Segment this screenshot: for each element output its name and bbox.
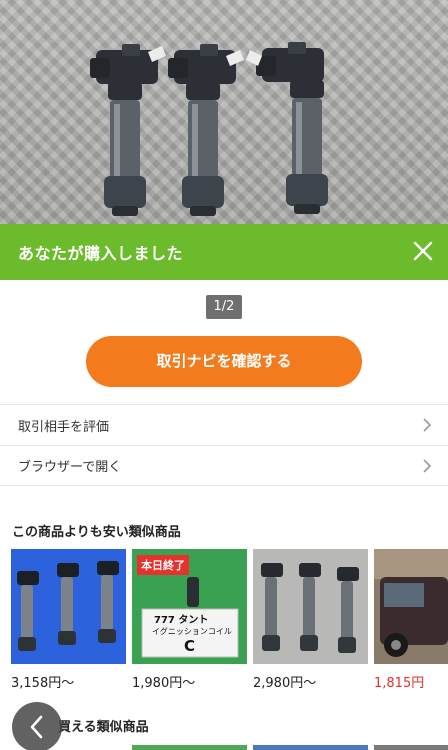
similar-item-card[interactable]: 2,980円〜 <box>253 549 368 691</box>
purchase-banner: あなたが購入しました <box>0 224 448 280</box>
back-button[interactable] <box>12 702 62 750</box>
item-thumbnail <box>253 549 368 664</box>
ignition-coils-illustration <box>90 42 328 216</box>
product-photo[interactable] <box>0 0 448 224</box>
ending-today-badge: 本日終了 <box>137 555 189 575</box>
screen: あなたが購入しました 1/2 取引ナビを確認する 取引相手を評価 ブラウザーで開… <box>0 0 448 750</box>
item-price: 1,980円〜 <box>132 676 196 691</box>
item-thumbnail: 本日終了 777 タント イグニッションコイル C <box>132 549 247 664</box>
sign-line2: イグニッションコイル <box>152 627 232 636</box>
item-thumbnail <box>11 549 126 664</box>
thumbnail-strip <box>374 745 448 750</box>
sign-letter: C <box>184 637 196 655</box>
item-price: 3,158円〜 <box>11 676 75 691</box>
similar-item-card[interactable]: 3,158円〜 <box>11 549 126 691</box>
trade-navi-button[interactable]: 取引ナビを確認する <box>86 336 362 387</box>
chevron-right-icon <box>423 418 432 432</box>
similar-items-title: この商品よりも安い類似商品 <box>12 525 181 540</box>
banner-title: あなたが購入しました <box>18 244 184 263</box>
close-icon[interactable] <box>408 236 438 266</box>
item-thumbnail <box>374 549 448 664</box>
item-price: 2,980円〜 <box>253 676 317 691</box>
similar-item-card[interactable]: 1,815円 <box>374 549 448 691</box>
image-pager: 1/2 <box>206 295 242 319</box>
menu-item-open-browser[interactable]: ブラウザーで開く <box>0 445 448 486</box>
chevron-right-icon <box>423 459 432 473</box>
thumbnail-strip <box>132 745 247 750</box>
thumbnail-strip <box>253 745 368 750</box>
sign-line1: 777 タント <box>154 615 209 626</box>
menu-item-label: ブラウザーで開く <box>18 460 122 475</box>
similar-item-card[interactable]: 本日終了 777 タント イグニッションコイル C 1,980円〜 <box>132 549 247 691</box>
buyable-similar-title: 買える類似商品 <box>58 720 149 735</box>
menu-item-rate-partner[interactable]: 取引相手を評価 <box>0 404 448 445</box>
item-price: 1,815円 <box>374 676 425 691</box>
chevron-left-icon <box>30 715 43 739</box>
menu-item-label: 取引相手を評価 <box>18 419 110 435</box>
